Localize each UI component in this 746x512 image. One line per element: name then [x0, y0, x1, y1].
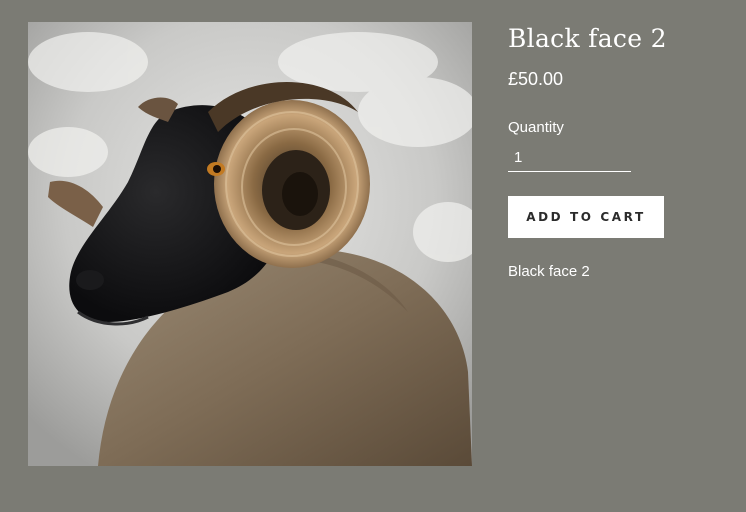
product-image	[28, 22, 472, 466]
product-info: Black face 2 £50.00 Quantity ADD TO CART…	[508, 22, 728, 281]
product-price: £50.00	[508, 69, 564, 89]
product-title: Black face 2	[508, 24, 667, 53]
add-to-cart-button[interactable]: ADD TO CART	[508, 196, 664, 238]
quantity-input[interactable]	[508, 144, 631, 172]
product-description: Black face 2	[508, 263, 590, 280]
quantity-label: Quantity	[508, 119, 564, 136]
